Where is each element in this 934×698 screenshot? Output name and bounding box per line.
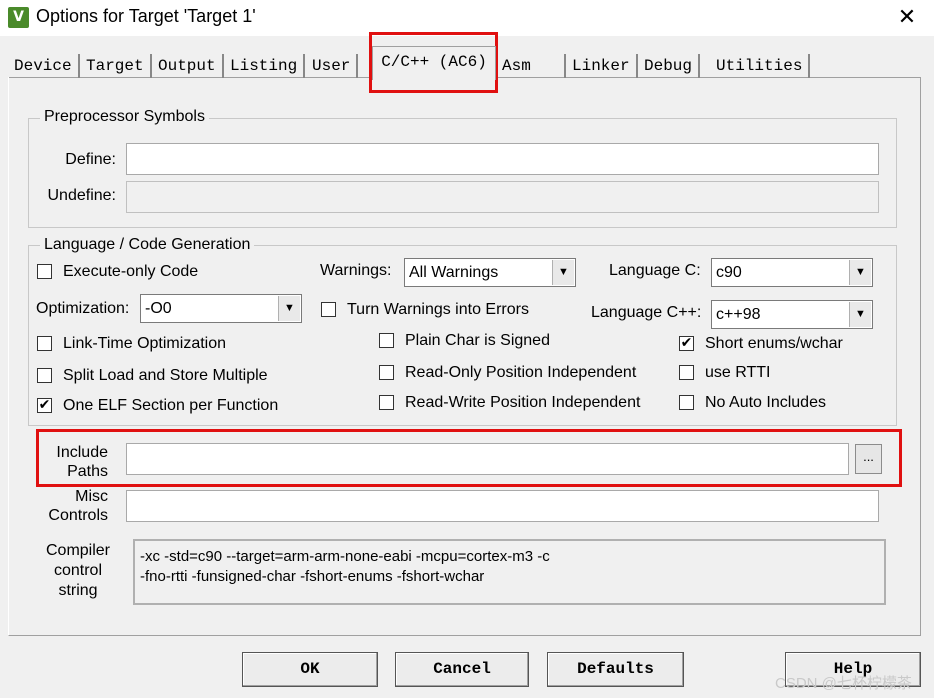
short-enums-checkbox[interactable]: ✔ xyxy=(679,336,694,351)
tab-output[interactable]: Output xyxy=(152,54,224,78)
ro-pi-checkbox[interactable] xyxy=(379,365,394,380)
tab-asm[interactable]: Asm xyxy=(496,54,566,78)
include-paths-label-line1: Include xyxy=(56,444,108,461)
chevron-down-icon[interactable]: ▼ xyxy=(849,302,871,327)
tab-linker[interactable]: Linker xyxy=(566,54,638,78)
link-time-opt-label: Link-Time Optimization xyxy=(63,335,227,352)
rw-pi-checkbox[interactable] xyxy=(379,395,394,410)
misc-controls-label-line2: Controls xyxy=(48,507,108,524)
split-load-checkbox[interactable] xyxy=(37,368,52,383)
language-cpp-label: Language C++: xyxy=(591,304,702,321)
include-paths-label: Include Paths xyxy=(44,443,108,481)
compiler-string-box[interactable]: -xc -std=c90 --target=arm-arm-none-eabi … xyxy=(133,539,886,605)
misc-controls-label: Misc Controls xyxy=(40,487,108,525)
tab-target[interactable]: Target xyxy=(80,54,152,78)
language-cpp-select[interactable]: c++98 ▼ xyxy=(711,300,873,329)
undefine-input[interactable] xyxy=(126,181,879,213)
tab-device[interactable]: Device xyxy=(8,54,80,78)
tab-strip: Device Target Output Listing User C/C++ … xyxy=(8,44,920,80)
optimization-value: -O0 xyxy=(145,300,172,317)
include-paths-input[interactable] xyxy=(126,443,849,475)
use-rtti-label: use RTTI xyxy=(705,364,771,381)
language-c-label: Language C: xyxy=(609,262,701,279)
no-auto-includes-label: No Auto Includes xyxy=(705,394,826,411)
turn-warnings-checkbox[interactable] xyxy=(321,302,336,317)
no-auto-includes-checkbox[interactable] xyxy=(679,395,694,410)
warnings-value: All Warnings xyxy=(409,264,499,281)
undefine-label: Undefine: xyxy=(47,187,117,204)
execute-only-label: Execute-only Code xyxy=(63,263,199,280)
compiler-string-line1: -xc -std=c90 --target=arm-arm-none-eabi … xyxy=(140,548,550,565)
tab-cpp-ac6[interactable]: C/C++ (AC6) xyxy=(372,46,496,80)
compiler-string-label-line1: Compiler xyxy=(45,542,110,559)
turn-warnings-label: Turn Warnings into Errors xyxy=(347,301,529,318)
short-enums-label: Short enums/wchar xyxy=(705,335,843,352)
define-label: Define: xyxy=(65,151,116,168)
checkmark-icon: ✔ xyxy=(38,397,51,413)
compiler-string-label-line3: string xyxy=(58,582,98,599)
include-paths-browse-button[interactable]: ... xyxy=(855,444,882,474)
window-title: Options for Target 'Target 1' xyxy=(36,6,256,26)
split-load-label: Split Load and Store Multiple xyxy=(63,367,268,384)
close-icon[interactable]: ✕ xyxy=(892,2,922,32)
chevron-down-icon[interactable]: ▼ xyxy=(849,260,871,285)
tab-user[interactable]: User xyxy=(306,54,359,78)
language-c-value: c90 xyxy=(716,264,742,281)
preprocessor-group-title: Preprocessor Symbols xyxy=(40,108,209,126)
watermark: CSDN @七杯柠檬茶 xyxy=(775,675,912,692)
tab-debug[interactable]: Debug xyxy=(638,54,701,78)
chevron-down-icon[interactable]: ▼ xyxy=(278,296,300,321)
misc-controls-label-line1: Misc xyxy=(75,488,108,505)
cancel-button[interactable]: Cancel xyxy=(395,652,529,687)
checkmark-icon: ✔ xyxy=(680,335,693,351)
link-time-opt-checkbox[interactable] xyxy=(37,336,52,351)
ok-button[interactable]: OK xyxy=(242,652,378,687)
keil-uvision-icon: V xyxy=(8,7,29,28)
include-paths-label-line2: Paths xyxy=(67,463,108,480)
use-rtti-checkbox[interactable] xyxy=(679,365,694,380)
language-cpp-value: c++98 xyxy=(716,306,761,323)
warnings-select[interactable]: All Warnings ▼ xyxy=(404,258,576,287)
defaults-button[interactable]: Defaults xyxy=(547,652,684,687)
define-input[interactable] xyxy=(126,143,879,175)
compiler-string-line2: -fno-rtti -funsigned-char -fshort-enums … xyxy=(140,568,485,585)
tab-listing[interactable]: Listing xyxy=(224,54,306,78)
misc-controls-input[interactable] xyxy=(126,490,879,522)
optimization-label: Optimization: xyxy=(36,300,130,317)
optimization-select[interactable]: -O0 ▼ xyxy=(140,294,302,323)
ro-pi-label: Read-Only Position Independent xyxy=(405,364,637,381)
one-elf-checkbox[interactable]: ✔ xyxy=(37,398,52,413)
plain-char-checkbox[interactable] xyxy=(379,333,394,348)
compiler-string-label: Compiler control string xyxy=(40,541,116,601)
compiler-string-label-line2: control xyxy=(53,562,103,579)
plain-char-label: Plain Char is Signed xyxy=(405,332,550,349)
warnings-label: Warnings: xyxy=(320,262,392,279)
execute-only-checkbox[interactable] xyxy=(37,264,52,279)
language-c-select[interactable]: c90 ▼ xyxy=(711,258,873,287)
language-group-title: Language / Code Generation xyxy=(40,236,255,254)
tab-utilities[interactable]: Utilities xyxy=(710,54,811,78)
one-elf-label: One ELF Section per Function xyxy=(63,397,279,414)
rw-pi-label: Read-Write Position Independent xyxy=(405,394,641,411)
chevron-down-icon[interactable]: ▼ xyxy=(552,260,574,285)
